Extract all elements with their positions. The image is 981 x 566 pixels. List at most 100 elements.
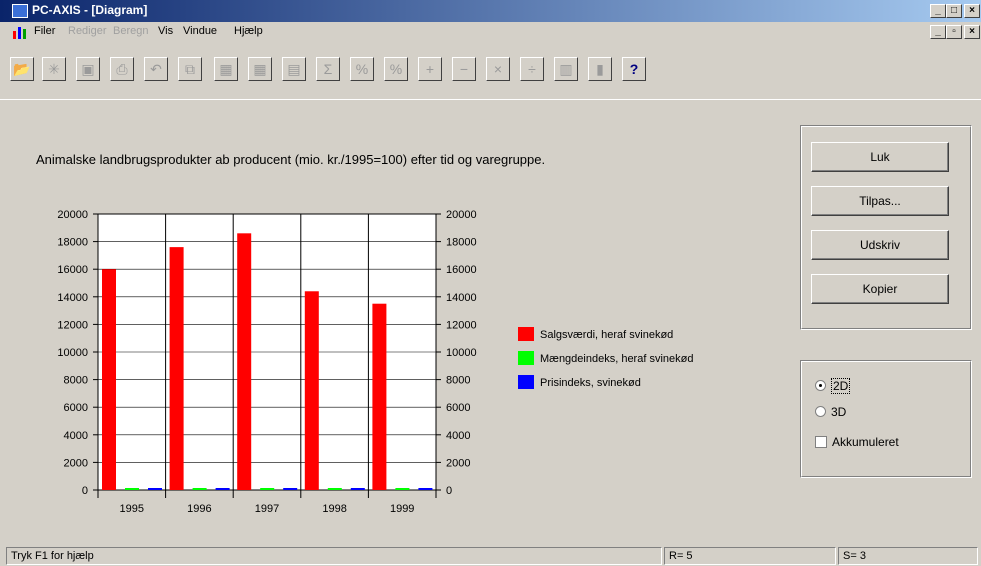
accumulated-check-box[interactable] (815, 436, 827, 448)
x-tick-label: 1995 (120, 503, 144, 515)
sum-icon[interactable]: Σ (316, 57, 340, 81)
chart-icon[interactable]: ▮ (588, 57, 612, 81)
menu-bar: Filer Rediger Beregn Vis Vindue Hjælp _ … (0, 22, 981, 42)
close-button[interactable]: Luk (811, 142, 949, 172)
multiply-icon[interactable]: × (486, 57, 510, 81)
legend-label-1: Mængdeindeks, heraf svinekød (540, 353, 693, 365)
y-tick-label-right: 6000 (446, 402, 470, 414)
menu-vindue[interactable]: Vindue (183, 25, 217, 37)
child-close-button[interactable]: × (964, 25, 980, 39)
help-icon[interactable]: ? (622, 57, 646, 81)
child-minimize-button[interactable]: _ (930, 25, 946, 39)
bar-1996-s0 (169, 247, 184, 490)
y-tick-label-left: 14000 (57, 292, 88, 304)
table2-icon[interactable]: ▦ (248, 57, 272, 81)
status-series: S= 3 (838, 547, 978, 565)
y-tick-label-left: 2000 (64, 457, 88, 469)
plus-icon[interactable]: + (418, 57, 442, 81)
y-tick-label-right: 12000 (446, 319, 477, 331)
minus-icon[interactable]: − (452, 57, 476, 81)
bar-1997-s2 (283, 488, 298, 490)
legend-swatch-0 (518, 327, 534, 341)
y-tick-label-left: 10000 (57, 347, 88, 359)
radio-2d-label: 2D (831, 378, 851, 394)
radio-3d[interactable]: 3D (815, 405, 846, 419)
menu-beregn[interactable]: Beregn (113, 25, 148, 37)
y-tick-label-right: 14000 (446, 292, 477, 304)
bar-1997-s0 (237, 233, 252, 490)
bar-1995-s1 (125, 488, 139, 490)
radio-3d-label: 3D (831, 405, 847, 419)
chart-svg: 0 0 2000 2000 4000 4000 6000 6000 8000 8000 10000 1… (57, 209, 693, 515)
x-tick-label: 1996 (187, 503, 211, 515)
table3-icon[interactable]: ▤ (282, 57, 306, 81)
child-restore-button[interactable]: ▫ (946, 25, 962, 39)
percent2-icon[interactable]: % (384, 57, 408, 81)
actions-panel: Luk Tilpas... Udskriv Kopier (800, 125, 972, 330)
y-tick-label-right: 0 (446, 485, 452, 497)
legend-swatch-2 (518, 375, 534, 389)
minimize-button[interactable]: _ (930, 4, 946, 18)
undo-icon[interactable]: ↶ (144, 57, 168, 81)
bar-1995-s2 (148, 488, 162, 490)
app-icon[interactable] (12, 4, 28, 18)
chart-panel: Animalske landbrugsprodukter ab producen… (6, 120, 786, 530)
toolbar: 📂 ✳ ▣ ⎙ ↶ ⧉ ▦ ▦ ▤ Σ%% + − × ÷ ▥ ▮? (0, 44, 981, 100)
maximize-button[interactable]: □ (946, 4, 962, 18)
copy-icon[interactable]: ⧉ (178, 57, 202, 81)
status-bar: Tryk F1 for hjælp R= 5 S= 3 (0, 545, 981, 566)
y-tick-label-left: 18000 (57, 237, 88, 249)
y-tick-label-right: 8000 (446, 375, 470, 387)
bar-1999-s1 (395, 488, 410, 490)
bar-1998-s2 (350, 488, 365, 490)
print-icon[interactable]: ⎙ (110, 57, 134, 81)
legend-swatch-1 (518, 351, 534, 365)
radio-3d-indicator[interactable] (815, 406, 826, 417)
bar-1996-s2 (215, 488, 230, 490)
x-tick-label: 1998 (322, 503, 346, 515)
bar-1996-s1 (192, 488, 207, 490)
bar-1999-s0 (372, 303, 387, 490)
menu-rediger[interactable]: Rediger (68, 25, 107, 37)
status-hint: Tryk F1 for hjælp (6, 547, 662, 565)
save-icon[interactable]: ▣ (76, 57, 100, 81)
y-tick-label-right: 16000 (446, 264, 477, 276)
y-tick-label-left: 8000 (64, 375, 88, 387)
y-tick-label-left: 0 (82, 485, 88, 497)
accumulated-label: Akkumuleret (832, 435, 899, 449)
menu-vis[interactable]: Vis (158, 25, 173, 37)
table-icon[interactable]: ▦ (214, 57, 238, 81)
menu-hjaelp[interactable]: Hjælp (234, 25, 263, 37)
radio-2d-indicator[interactable] (815, 380, 826, 391)
columns-icon[interactable]: ▥ (554, 57, 578, 81)
copy-button[interactable]: Kopier (811, 274, 949, 304)
open-icon[interactable]: 📂 (10, 57, 34, 81)
y-tick-label-left: 12000 (57, 319, 88, 331)
status-rows: R= 5 (664, 547, 836, 565)
title-bar[interactable]: PC-AXIS - [Diagram] _ □ × (0, 0, 981, 22)
menu-filer[interactable]: Filer (34, 25, 55, 37)
legend-label-0: Salgsværdi, heraf svinekød (540, 329, 673, 341)
y-tick-label-left: 4000 (64, 430, 88, 442)
chart-doc-icon[interactable] (12, 25, 28, 39)
x-tick-label: 1999 (390, 503, 414, 515)
legend-label-2: Prisindeks, svinekød (540, 377, 641, 389)
close-window-button[interactable]: × (964, 4, 980, 18)
y-tick-label-right: 18000 (446, 237, 477, 249)
y-tick-label-left: 16000 (57, 264, 88, 276)
bar-1995-s0 (102, 269, 116, 490)
app-window: PC-AXIS - [Diagram] _ □ × Filer Rediger … (0, 0, 981, 566)
bar-1998-s1 (327, 488, 342, 490)
bar-1998-s0 (304, 291, 319, 490)
divide-icon[interactable]: ÷ (520, 57, 544, 81)
y-tick-label-left: 6000 (64, 402, 88, 414)
y-tick-label-right: 20000 (446, 209, 477, 221)
y-tick-label-right: 10000 (446, 347, 477, 359)
percent-icon[interactable]: % (350, 57, 374, 81)
radio-2d[interactable]: 2D (815, 378, 851, 394)
asterisk-icon[interactable]: ✳ (42, 57, 66, 81)
adjust-button[interactable]: Tilpas... (811, 186, 949, 216)
print-button[interactable]: Udskriv (811, 230, 949, 260)
bar-1999-s2 (418, 488, 433, 490)
accumulated-checkbox[interactable]: Akkumuleret (815, 435, 899, 449)
